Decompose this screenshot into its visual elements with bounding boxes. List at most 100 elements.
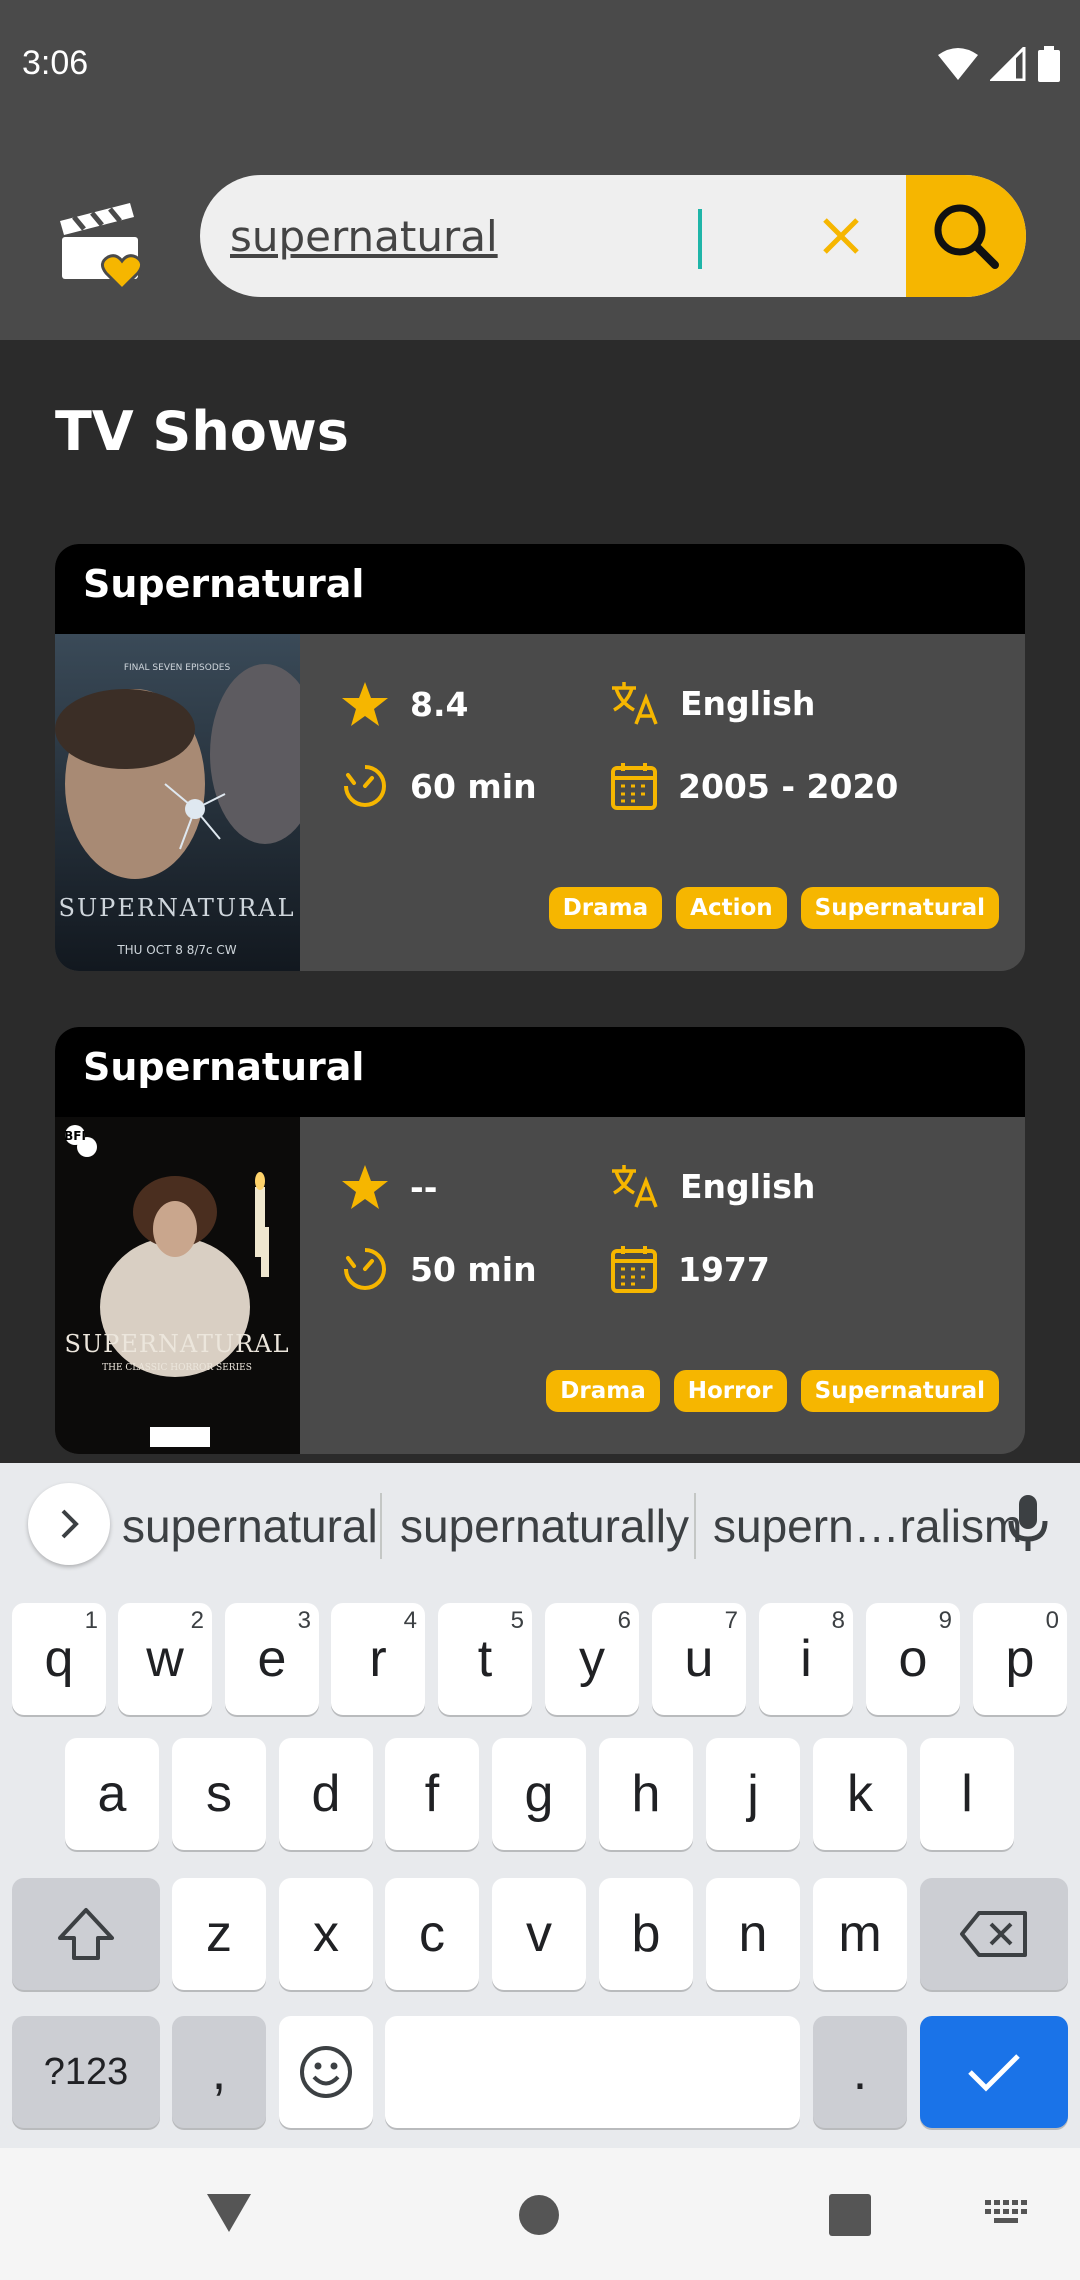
show-card[interactable]: Supernatural BFI SUPERNATURAL THE CLASSI…: [55, 1027, 1025, 1454]
genre-tag[interactable]: Horror: [673, 1370, 787, 1412]
genre-tag[interactable]: Supernatural: [800, 887, 999, 929]
text-caret: [698, 209, 702, 269]
years-value: 1977: [678, 1249, 770, 1289]
years-value: 2005 - 2020: [678, 766, 899, 806]
key-n[interactable]: n: [706, 1878, 800, 1990]
poster-bottom-text: THU OCT 8 8/7c CW: [116, 943, 236, 957]
suggestion-item[interactable]: supern…ralism: [713, 1499, 1022, 1553]
system-nav-bar: [0, 2148, 1080, 2280]
battery-icon: [1038, 46, 1060, 82]
timer-icon: [344, 1248, 386, 1290]
done-key[interactable]: [920, 2016, 1068, 2128]
genre-tag[interactable]: Drama: [548, 887, 663, 929]
chevron-right-icon: [61, 1509, 79, 1539]
genre-tags: Drama Horror Supernatural: [546, 1370, 999, 1412]
clear-search-button[interactable]: [810, 205, 872, 267]
key-a[interactable]: a: [65, 1738, 159, 1850]
status-icons: [938, 46, 1060, 82]
suggestion-bar: supernatural supernaturally supern…ralis…: [0, 1463, 1080, 1588]
key-h[interactable]: h: [599, 1738, 693, 1850]
home-icon[interactable]: [518, 2194, 560, 2236]
microphone-icon: [1008, 1495, 1048, 1551]
key-v[interactable]: v: [492, 1878, 586, 1990]
runtime-info: 60 min: [340, 761, 537, 811]
key-r[interactable]: r4: [331, 1603, 425, 1715]
key-p[interactable]: p0: [973, 1603, 1067, 1715]
comma-key[interactable]: ,: [172, 2016, 266, 2128]
shift-key[interactable]: [12, 1878, 160, 1990]
translate-icon: [612, 682, 658, 725]
key-k[interactable]: k: [813, 1738, 907, 1850]
card-title-bar: Supernatural: [55, 1027, 1025, 1117]
search-input[interactable]: [230, 201, 790, 271]
key-g[interactable]: g: [492, 1738, 586, 1850]
key-q[interactable]: q1: [12, 1603, 106, 1715]
poster-bottom-text: THE CLASSIC HORROR SERIES: [102, 1363, 252, 1373]
rating-info: 8.4: [340, 680, 468, 728]
wifi-icon: [938, 48, 978, 80]
poster-top-text: FINAL SEVEN EPISODES: [124, 663, 231, 673]
key-m[interactable]: m: [813, 1878, 907, 1990]
poster-top-text: BFI: [64, 1129, 86, 1143]
suggestion-divider: [380, 1493, 382, 1559]
genre-tag[interactable]: Drama: [546, 1370, 660, 1412]
runtime-value: 60 min: [410, 766, 537, 806]
key-d[interactable]: d: [279, 1738, 373, 1850]
key-y[interactable]: y6: [545, 1603, 639, 1715]
key-x[interactable]: x: [279, 1878, 373, 1990]
backspace-key[interactable]: [920, 1878, 1068, 1990]
show-title: Supernatural: [83, 1045, 365, 1089]
calendar-icon: [611, 763, 657, 810]
soft-keyboard: supernatural supernaturally supern…ralis…: [0, 1463, 1080, 2148]
back-icon[interactable]: [205, 2192, 253, 2234]
period-key[interactable]: .: [813, 2016, 907, 2128]
key-u[interactable]: u7: [652, 1603, 746, 1715]
genre-tag[interactable]: Supernatural: [800, 1370, 999, 1412]
recents-icon[interactable]: [829, 2194, 871, 2236]
backspace-icon: [960, 1911, 1027, 1957]
key-s[interactable]: s: [172, 1738, 266, 1850]
key-e[interactable]: e3: [225, 1603, 319, 1715]
years-info: 1977: [610, 1244, 770, 1294]
signal-icon: [990, 47, 1026, 81]
show-poster: BFI SUPERNATURAL THE CLASSIC HORROR SERI…: [55, 1117, 300, 1454]
space-key[interactable]: [385, 2016, 800, 2128]
poster-caption: SUPERNATURAL: [59, 894, 296, 922]
translate-icon: [612, 1165, 658, 1208]
language-info: English: [610, 1163, 815, 1209]
runtime-info: 50 min: [340, 1244, 537, 1294]
key-z[interactable]: z: [172, 1878, 266, 1990]
key-l[interactable]: l: [920, 1738, 1014, 1850]
key-o[interactable]: o9: [866, 1603, 960, 1715]
emoji-key[interactable]: [279, 2016, 373, 2128]
genre-tag[interactable]: Action: [676, 887, 787, 929]
voice-input-button[interactable]: [1006, 1491, 1050, 1561]
rating-info: --: [340, 1163, 437, 1211]
key-b[interactable]: b: [599, 1878, 693, 1990]
status-time: 3:06: [22, 44, 89, 82]
shift-icon: [58, 1908, 114, 1960]
key-c[interactable]: c: [385, 1878, 479, 1990]
status-bar: 3:06: [0, 0, 1080, 135]
keyboard-switch-icon[interactable]: [985, 2200, 1029, 2230]
poster-caption: SUPERNATURAL: [65, 1330, 290, 1358]
key-j[interactable]: j: [706, 1738, 800, 1850]
suggestion-divider: [694, 1493, 696, 1559]
suggestion-item[interactable]: supernatural: [122, 1499, 378, 1553]
expand-suggestions-button[interactable]: [28, 1483, 110, 1565]
genre-tags: Drama Action Supernatural: [548, 887, 999, 929]
app-logo-icon[interactable]: [56, 199, 152, 292]
star-icon: [342, 1165, 388, 1209]
show-card[interactable]: Supernatural SUPERNATURAL FINAL SEVEN EP…: [55, 544, 1025, 971]
key-t[interactable]: t5: [438, 1603, 532, 1715]
suggestion-item[interactable]: supernaturally: [400, 1499, 689, 1553]
language-value: English: [680, 683, 816, 723]
key-f[interactable]: f: [385, 1738, 479, 1850]
show-title: Supernatural: [83, 562, 365, 606]
star-icon: [342, 682, 388, 726]
key-w[interactable]: w2: [118, 1603, 212, 1715]
symbols-key[interactable]: ?123: [12, 2016, 160, 2128]
close-icon: [823, 218, 859, 254]
key-i[interactable]: i8: [759, 1603, 853, 1715]
search-button[interactable]: [906, 175, 1026, 297]
